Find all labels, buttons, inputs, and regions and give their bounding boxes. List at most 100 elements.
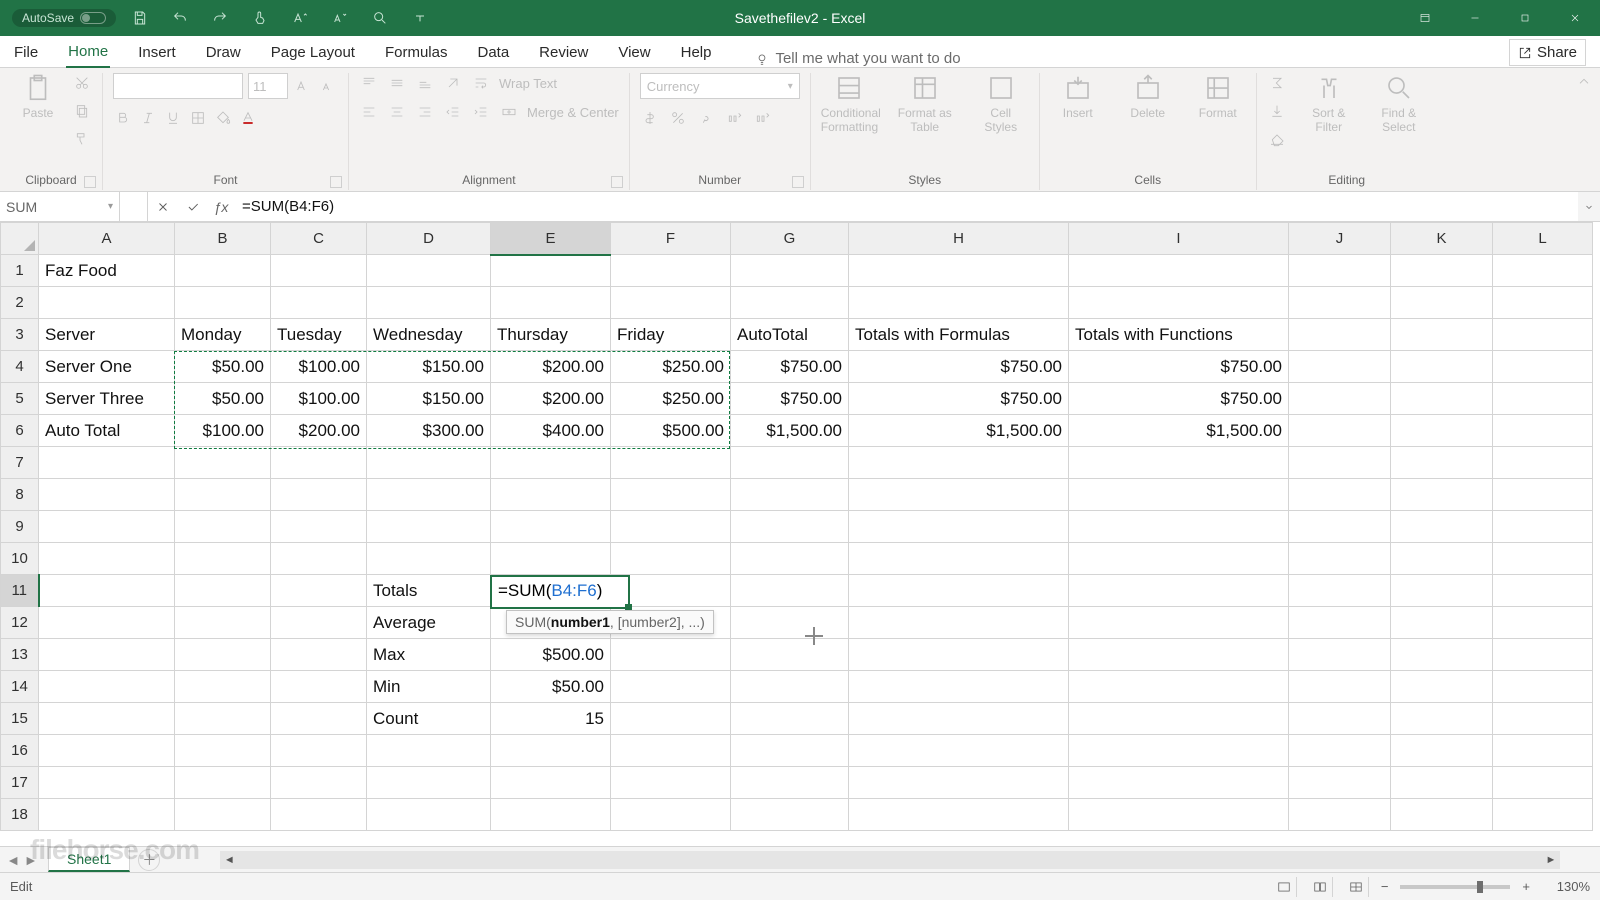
cell-L10[interactable] xyxy=(1493,543,1593,575)
percent-format-button[interactable] xyxy=(668,108,688,128)
cell-A7[interactable] xyxy=(39,447,175,479)
scroll-track[interactable] xyxy=(238,851,1542,869)
tab-insert[interactable]: Insert xyxy=(136,38,178,67)
cell-I16[interactable] xyxy=(1069,735,1289,767)
cell-C2[interactable] xyxy=(271,287,367,319)
cell-K4[interactable] xyxy=(1391,351,1493,383)
cell-L14[interactable] xyxy=(1493,671,1593,703)
cell-A18[interactable] xyxy=(39,799,175,831)
cell-G3[interactable]: AutoTotal xyxy=(731,319,849,351)
cell-J1[interactable] xyxy=(1289,255,1391,287)
cell-E7[interactable] xyxy=(491,447,611,479)
cell-J6[interactable] xyxy=(1289,415,1391,447)
tab-page-layout[interactable]: Page Layout xyxy=(269,38,357,67)
formula-input[interactable]: =SUM(B4:F6) xyxy=(234,192,1578,221)
cell-H7[interactable] xyxy=(849,447,1069,479)
cell-styles-button[interactable]: Cell Styles xyxy=(973,73,1029,134)
cell-I1[interactable] xyxy=(1069,255,1289,287)
cell-B2[interactable] xyxy=(175,287,271,319)
cell-F18[interactable] xyxy=(611,799,731,831)
cell-B10[interactable] xyxy=(175,543,271,575)
cell-L2[interactable] xyxy=(1493,287,1593,319)
cell-G10[interactable] xyxy=(731,543,849,575)
cell-G13[interactable] xyxy=(731,639,849,671)
row-header-18[interactable]: 18 xyxy=(1,799,39,831)
decrease-indent-button[interactable] xyxy=(443,102,463,122)
cell-D12[interactable]: Average xyxy=(367,607,491,639)
cell-F9[interactable] xyxy=(611,511,731,543)
cell-L5[interactable] xyxy=(1493,383,1593,415)
cell-B18[interactable] xyxy=(175,799,271,831)
row-header-11[interactable]: 11 xyxy=(1,575,39,607)
conditional-formatting-button[interactable]: Conditional Formatting xyxy=(821,73,877,134)
align-middle-button[interactable] xyxy=(387,73,407,93)
cell-H4[interactable]: $750.00 xyxy=(849,351,1069,383)
cell-I14[interactable] xyxy=(1069,671,1289,703)
cell-G17[interactable] xyxy=(731,767,849,799)
cell-D5[interactable]: $150.00 xyxy=(367,383,491,415)
select-all-corner[interactable] xyxy=(1,223,39,255)
row-header-12[interactable]: 12 xyxy=(1,607,39,639)
cell-C1[interactable] xyxy=(271,255,367,287)
cell-E4[interactable]: $200.00 xyxy=(491,351,611,383)
cell-G12[interactable] xyxy=(731,607,849,639)
cell-C12[interactable] xyxy=(271,607,367,639)
cell-J3[interactable] xyxy=(1289,319,1391,351)
cell-F16[interactable] xyxy=(611,735,731,767)
cell-A8[interactable] xyxy=(39,479,175,511)
cell-J16[interactable] xyxy=(1289,735,1391,767)
cell-J17[interactable] xyxy=(1289,767,1391,799)
cell-J13[interactable] xyxy=(1289,639,1391,671)
cell-E8[interactable] xyxy=(491,479,611,511)
clipboard-launcher[interactable] xyxy=(84,176,96,188)
page-break-view-button[interactable] xyxy=(1345,877,1369,897)
cell-B6[interactable]: $100.00 xyxy=(175,415,271,447)
cell-L1[interactable] xyxy=(1493,255,1593,287)
cell-E17[interactable] xyxy=(491,767,611,799)
comma-format-button[interactable] xyxy=(696,108,716,128)
cell-I3[interactable]: Totals with Functions xyxy=(1069,319,1289,351)
cell-H16[interactable] xyxy=(849,735,1069,767)
cell-A2[interactable] xyxy=(39,287,175,319)
cell-A6[interactable]: Auto Total xyxy=(39,415,175,447)
cell-E13[interactable]: $500.00 xyxy=(491,639,611,671)
cell-C3[interactable]: Tuesday xyxy=(271,319,367,351)
number-launcher[interactable] xyxy=(792,176,804,188)
underline-button[interactable] xyxy=(163,108,183,128)
font-launcher[interactable] xyxy=(330,176,342,188)
cell-H6[interactable]: $1,500.00 xyxy=(849,415,1069,447)
borders-button[interactable] xyxy=(188,108,208,128)
cell-K10[interactable] xyxy=(1391,543,1493,575)
cell-I10[interactable] xyxy=(1069,543,1289,575)
cell-C15[interactable] xyxy=(271,703,367,735)
font-size-down-button[interactable] xyxy=(324,1,356,35)
name-box[interactable]: SUM xyxy=(0,192,120,221)
cell-A11[interactable] xyxy=(39,575,175,607)
cell-D11[interactable]: Totals xyxy=(367,575,491,607)
orientation-button[interactable] xyxy=(443,73,463,93)
cell-J4[interactable] xyxy=(1289,351,1391,383)
cell-F7[interactable] xyxy=(611,447,731,479)
cell-A12[interactable] xyxy=(39,607,175,639)
cell-B15[interactable] xyxy=(175,703,271,735)
cell-J12[interactable] xyxy=(1289,607,1391,639)
expand-formula-bar-button[interactable] xyxy=(1578,192,1600,221)
zoom-percent[interactable]: 130% xyxy=(1542,879,1590,894)
merge-center-button[interactable]: Merge & Center xyxy=(527,105,619,120)
row-header-13[interactable]: 13 xyxy=(1,639,39,671)
cell-I15[interactable] xyxy=(1069,703,1289,735)
cell-L17[interactable] xyxy=(1493,767,1593,799)
cell-K12[interactable] xyxy=(1391,607,1493,639)
align-center-button[interactable] xyxy=(387,102,407,122)
increase-indent-button[interactable] xyxy=(471,102,491,122)
decrease-decimal-button[interactable] xyxy=(752,108,772,128)
cell-B4[interactable]: $50.00 xyxy=(175,351,271,383)
cell-B8[interactable] xyxy=(175,479,271,511)
cell-I9[interactable] xyxy=(1069,511,1289,543)
cell-B16[interactable] xyxy=(175,735,271,767)
font-size-select[interactable]: 11 xyxy=(248,73,288,99)
italic-button[interactable] xyxy=(138,108,158,128)
cell-K8[interactable] xyxy=(1391,479,1493,511)
cell-C9[interactable] xyxy=(271,511,367,543)
cell-G16[interactable] xyxy=(731,735,849,767)
